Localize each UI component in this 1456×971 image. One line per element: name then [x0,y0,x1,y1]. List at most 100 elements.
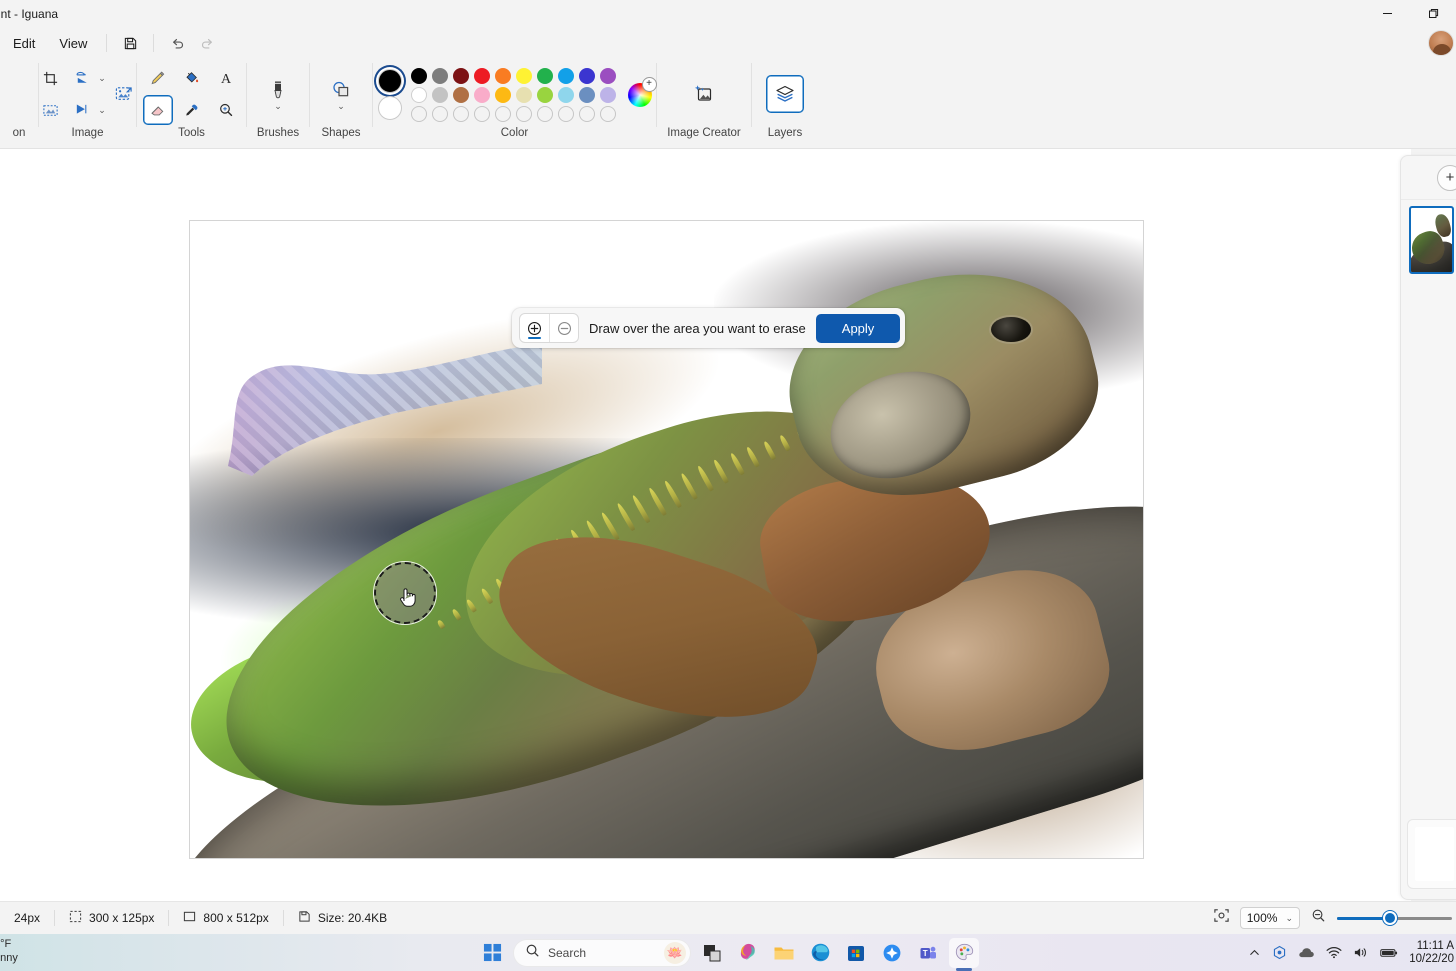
primary-color-swatch[interactable] [378,69,402,93]
start-button[interactable] [477,938,507,968]
erase-action-toolbar: Draw over the area you want to erase App… [512,308,905,348]
lotus-icon[interactable]: 🪷 [664,942,686,964]
flip-icon[interactable] [67,95,97,125]
color-swatch-row2-2[interactable] [453,87,469,103]
color-swatch-row2-9[interactable] [600,87,616,103]
custom-color-slot-5[interactable] [516,106,532,122]
canvas-workspace[interactable]: Draw over the area you want to erase App… [0,149,1411,904]
file-size-value: Size: 20.4KB [318,911,387,925]
status-brush-size: 24px [0,908,54,928]
color-swatch-row1-4[interactable] [495,68,511,84]
ribbon-group-image: ⌄ ⌄ [39,59,136,148]
custom-color-slot-9[interactable] [600,106,616,122]
color-swatch-row1-8[interactable] [579,68,595,84]
minimize-button[interactable] [1364,0,1410,27]
show-hidden-icons-chevron-up-icon[interactable] [1248,946,1261,959]
color-swatch-row1-6[interactable] [537,68,553,84]
secondary-color-swatch[interactable] [378,96,402,120]
store-button[interactable] [841,938,871,968]
color-swatch-row2-7[interactable] [558,87,574,103]
color-wheel-icon[interactable] [628,83,652,107]
shapes-chevron-down-icon[interactable]: ⌄ [337,102,345,110]
color-swatch-row2-1[interactable] [432,87,448,103]
resize-image-icon[interactable] [110,79,140,109]
remove-background-icon[interactable] [35,95,65,125]
custom-color-slot-8[interactable] [579,106,595,122]
color-swatch-row2-8[interactable] [579,87,595,103]
file-size-icon [298,910,311,926]
eyedropper-icon[interactable] [177,95,207,125]
group-label-image-creator: Image Creator [657,127,751,139]
onedrive-cloud-icon[interactable] [1298,946,1315,959]
paint-button[interactable] [949,938,979,968]
fit-to-window-icon[interactable] [1213,907,1230,929]
custom-color-slot-4[interactable] [495,106,511,122]
text-icon[interactable]: A [211,63,241,93]
brushes-button[interactable]: ⌄ [256,66,300,122]
edge-button[interactable] [805,938,835,968]
color-swatch-row1-0[interactable] [411,68,427,84]
search-box[interactable]: Search 🪷 [513,939,691,967]
custom-color-slot-6[interactable] [537,106,553,122]
zoom-out-icon[interactable] [1310,907,1327,929]
erase-subtract-button[interactable] [549,314,578,342]
color-swatch-row1-9[interactable] [600,68,616,84]
clock-time: 11:11 A [1409,940,1454,953]
color-swatch-row2-4[interactable] [495,87,511,103]
erase-add-button[interactable] [520,314,549,342]
tray-app-icon[interactable] [1272,945,1287,960]
menu-view[interactable]: View [48,31,98,56]
brushes-chevron-down-icon[interactable]: ⌄ [274,102,282,110]
shapes-button[interactable]: ⌄ [319,66,363,122]
color-swatch-row1-5[interactable] [516,68,532,84]
undo-button[interactable] [162,29,192,57]
custom-color-slot-0[interactable] [411,106,427,122]
ribbon-group-tools: A Tools [137,59,246,148]
battery-icon[interactable] [1380,947,1398,959]
zoom-slider-thumb[interactable] [1383,911,1397,925]
crop-icon[interactable] [35,63,65,93]
image-creator-button[interactable] [678,66,730,122]
menu-edit[interactable]: Edit [2,31,46,56]
color-swatch-row1-2[interactable] [453,68,469,84]
clock[interactable]: 11:11 A 10/22/20 [1409,940,1454,966]
volume-speaker-icon[interactable] [1353,946,1369,959]
color-swatch-row1-1[interactable] [432,68,448,84]
copilot-button[interactable] [733,938,763,968]
layer-item-1[interactable] [1409,206,1454,274]
layers-button[interactable] [766,75,804,113]
magnifier-icon[interactable] [211,95,241,125]
teams-button[interactable]: T [913,938,943,968]
save-button[interactable] [115,29,145,57]
custom-color-slot-2[interactable] [453,106,469,122]
custom-color-slot-1[interactable] [432,106,448,122]
fill-bucket-icon[interactable] [177,63,207,93]
apply-button[interactable]: Apply [816,314,901,343]
restore-button[interactable] [1410,0,1456,27]
zoom-slider[interactable] [1337,910,1452,926]
user-avatar[interactable] [1428,30,1454,56]
custom-color-slot-7[interactable] [558,106,574,122]
status-bar: 24px 300 x 125px 800 x 512px Size: 20.4K… [0,901,1456,934]
custom-color-slot-3[interactable] [474,106,490,122]
color-swatch-row2-0[interactable] [411,87,427,103]
resize-chevron-down-icon[interactable]: ⌄ [98,74,106,82]
resize-icon[interactable] [67,63,97,93]
designer-button[interactable] [877,938,907,968]
zoom-level-dropdown[interactable]: 100% ⌄ [1240,907,1300,929]
color-swatch-row2-3[interactable] [474,87,490,103]
task-view-button[interactable] [697,938,727,968]
color-swatch-row2-6[interactable] [537,87,553,103]
network-wifi-icon[interactable] [1326,946,1342,959]
pencil-icon[interactable] [143,63,173,93]
weather-widget[interactable]: 8°F unny [0,937,18,965]
redo-button[interactable] [192,29,222,57]
file-explorer-button[interactable] [769,938,799,968]
color-swatch-row1-7[interactable] [558,68,574,84]
layers-panel-footer[interactable] [1407,819,1456,889]
add-layer-icon[interactable]: + [1437,165,1456,191]
flip-chevron-down-icon[interactable]: ⌄ [98,106,106,114]
color-swatch-row1-3[interactable] [474,68,490,84]
color-swatch-row2-5[interactable] [516,87,532,103]
eraser-icon[interactable] [143,95,173,125]
